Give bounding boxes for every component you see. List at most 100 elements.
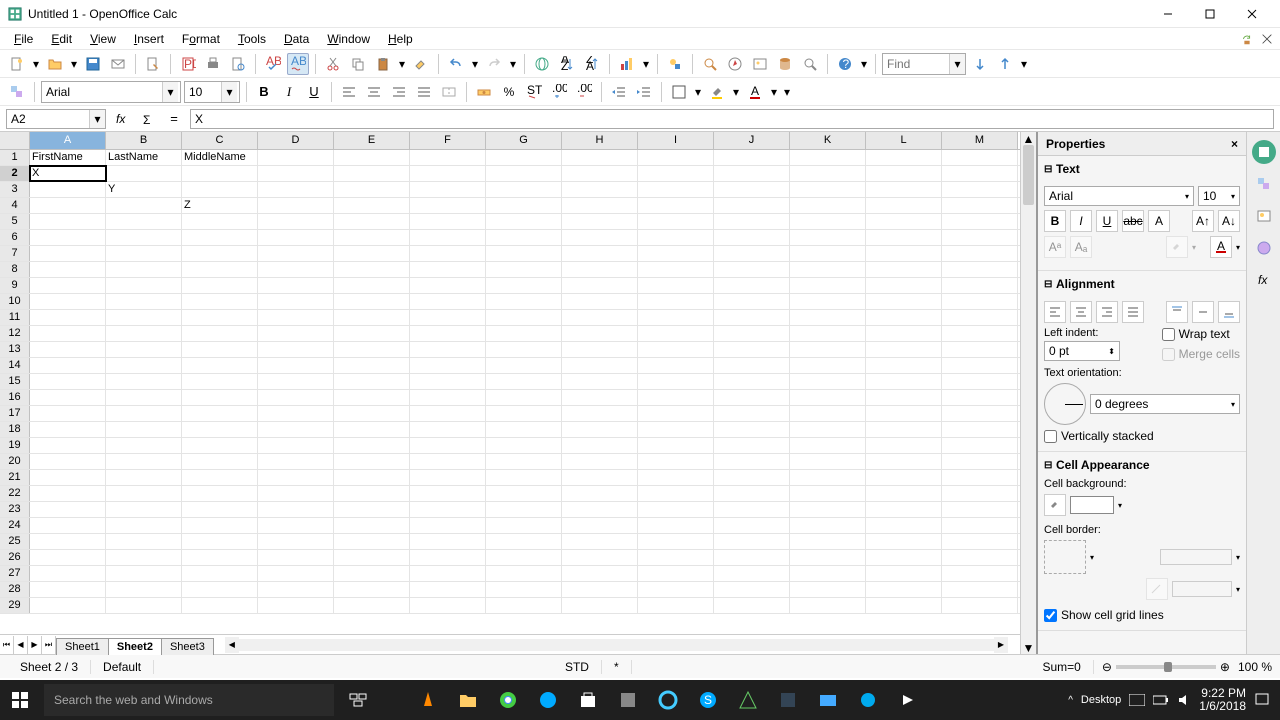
cell[interactable] bbox=[638, 198, 714, 213]
cell[interactable] bbox=[410, 198, 486, 213]
cell[interactable] bbox=[334, 166, 410, 181]
cell[interactable] bbox=[258, 486, 334, 501]
cell[interactable] bbox=[106, 278, 182, 293]
cell[interactable] bbox=[638, 358, 714, 373]
cell[interactable] bbox=[410, 230, 486, 245]
cell[interactable] bbox=[106, 230, 182, 245]
cell[interactable] bbox=[942, 566, 1018, 581]
increase-indent-button[interactable] bbox=[633, 81, 655, 103]
cell[interactable] bbox=[942, 246, 1018, 261]
cell[interactable] bbox=[866, 278, 942, 293]
cell[interactable] bbox=[258, 470, 334, 485]
cell[interactable] bbox=[334, 598, 410, 613]
cell[interactable] bbox=[182, 294, 258, 309]
dock-styles-icon[interactable] bbox=[1252, 172, 1276, 196]
cell[interactable] bbox=[942, 598, 1018, 613]
cell[interactable] bbox=[638, 374, 714, 389]
chrome-icon[interactable] bbox=[488, 680, 528, 720]
cell[interactable] bbox=[790, 598, 866, 613]
cell[interactable] bbox=[562, 534, 638, 549]
cell[interactable] bbox=[714, 278, 790, 293]
cell[interactable] bbox=[30, 550, 106, 565]
tray-clock[interactable]: 9:22 PM 1/6/2018 bbox=[1199, 687, 1246, 713]
cell[interactable] bbox=[790, 374, 866, 389]
cell[interactable] bbox=[562, 502, 638, 517]
help-button[interactable]: ? bbox=[834, 53, 856, 75]
cell[interactable] bbox=[790, 246, 866, 261]
cell[interactable] bbox=[562, 374, 638, 389]
row-header[interactable]: 21 bbox=[0, 470, 30, 485]
cell[interactable] bbox=[562, 598, 638, 613]
cell[interactable] bbox=[486, 150, 562, 165]
find-toolbar-options[interactable]: ▾ bbox=[1019, 53, 1029, 75]
cell[interactable] bbox=[942, 310, 1018, 325]
cell[interactable] bbox=[790, 150, 866, 165]
cell[interactable] bbox=[486, 550, 562, 565]
cell[interactable] bbox=[942, 198, 1018, 213]
cell[interactable] bbox=[714, 518, 790, 533]
bg-color-button[interactable] bbox=[1044, 494, 1066, 516]
cell[interactable] bbox=[714, 390, 790, 405]
cell[interactable] bbox=[410, 150, 486, 165]
cell[interactable] bbox=[562, 310, 638, 325]
border-color-picker[interactable] bbox=[1172, 581, 1232, 597]
row-header[interactable]: 29 bbox=[0, 598, 30, 613]
menu-tools[interactable]: Tools bbox=[230, 30, 274, 48]
cell[interactable] bbox=[790, 278, 866, 293]
close-doc-icon[interactable] bbox=[1260, 32, 1274, 46]
panel-sub-button[interactable]: Aₐ bbox=[1070, 236, 1092, 258]
cell[interactable] bbox=[30, 502, 106, 517]
cell[interactable] bbox=[258, 406, 334, 421]
borders-dropdown[interactable]: ▾ bbox=[693, 81, 703, 103]
border-linestyle-picker[interactable] bbox=[1160, 549, 1232, 565]
paste-button[interactable] bbox=[372, 53, 394, 75]
cell[interactable] bbox=[182, 518, 258, 533]
name-box[interactable]: ▾ bbox=[6, 109, 106, 129]
cell[interactable] bbox=[182, 278, 258, 293]
app3-icon[interactable] bbox=[728, 680, 768, 720]
cell[interactable] bbox=[714, 598, 790, 613]
new-button[interactable] bbox=[6, 53, 28, 75]
cell[interactable] bbox=[410, 390, 486, 405]
cell[interactable] bbox=[106, 310, 182, 325]
cell[interactable]: Z bbox=[182, 198, 258, 213]
row-header[interactable]: 8 bbox=[0, 262, 30, 277]
text-section-toggle[interactable]: ⊟Text bbox=[1044, 160, 1240, 178]
cell[interactable]: MiddleName bbox=[182, 150, 258, 165]
cell[interactable] bbox=[790, 422, 866, 437]
cell[interactable] bbox=[410, 310, 486, 325]
font-size-dropdown[interactable]: ▾ bbox=[221, 82, 237, 102]
function-button[interactable]: = bbox=[164, 109, 184, 129]
cell[interactable] bbox=[334, 470, 410, 485]
cell[interactable] bbox=[942, 454, 1018, 469]
cell[interactable] bbox=[790, 342, 866, 357]
cell[interactable] bbox=[638, 598, 714, 613]
gridlines-checkbox[interactable]: Show cell grid lines bbox=[1044, 608, 1240, 622]
sort-asc-button[interactable]: AZ bbox=[556, 53, 578, 75]
cell[interactable] bbox=[486, 534, 562, 549]
cell[interactable] bbox=[562, 294, 638, 309]
border-preset-picker[interactable] bbox=[1044, 540, 1086, 574]
vertical-scrollbar[interactable]: ▲ ▼ bbox=[1020, 132, 1036, 654]
cell[interactable] bbox=[30, 518, 106, 533]
cell[interactable] bbox=[562, 246, 638, 261]
left-indent-spinner[interactable]: 0 pt⬍ bbox=[1044, 341, 1120, 361]
name-box-input[interactable] bbox=[7, 112, 89, 126]
cell[interactable] bbox=[486, 182, 562, 197]
cell[interactable] bbox=[866, 582, 942, 597]
cell[interactable] bbox=[866, 230, 942, 245]
cell[interactable] bbox=[334, 422, 410, 437]
cell[interactable] bbox=[182, 438, 258, 453]
row-header[interactable]: 3 bbox=[0, 182, 30, 197]
select-all-corner[interactable] bbox=[0, 132, 30, 149]
cell[interactable] bbox=[486, 246, 562, 261]
cell[interactable] bbox=[410, 502, 486, 517]
cell[interactable] bbox=[30, 486, 106, 501]
panel-underline-button[interactable]: U bbox=[1096, 210, 1118, 232]
alignment-section-toggle[interactable]: ⊟Alignment bbox=[1044, 275, 1240, 293]
cell[interactable] bbox=[410, 470, 486, 485]
orientation-combo[interactable]: 0 degrees▾ bbox=[1090, 394, 1240, 414]
align-left-button[interactable] bbox=[338, 81, 360, 103]
cell[interactable] bbox=[30, 342, 106, 357]
cell[interactable] bbox=[942, 374, 1018, 389]
